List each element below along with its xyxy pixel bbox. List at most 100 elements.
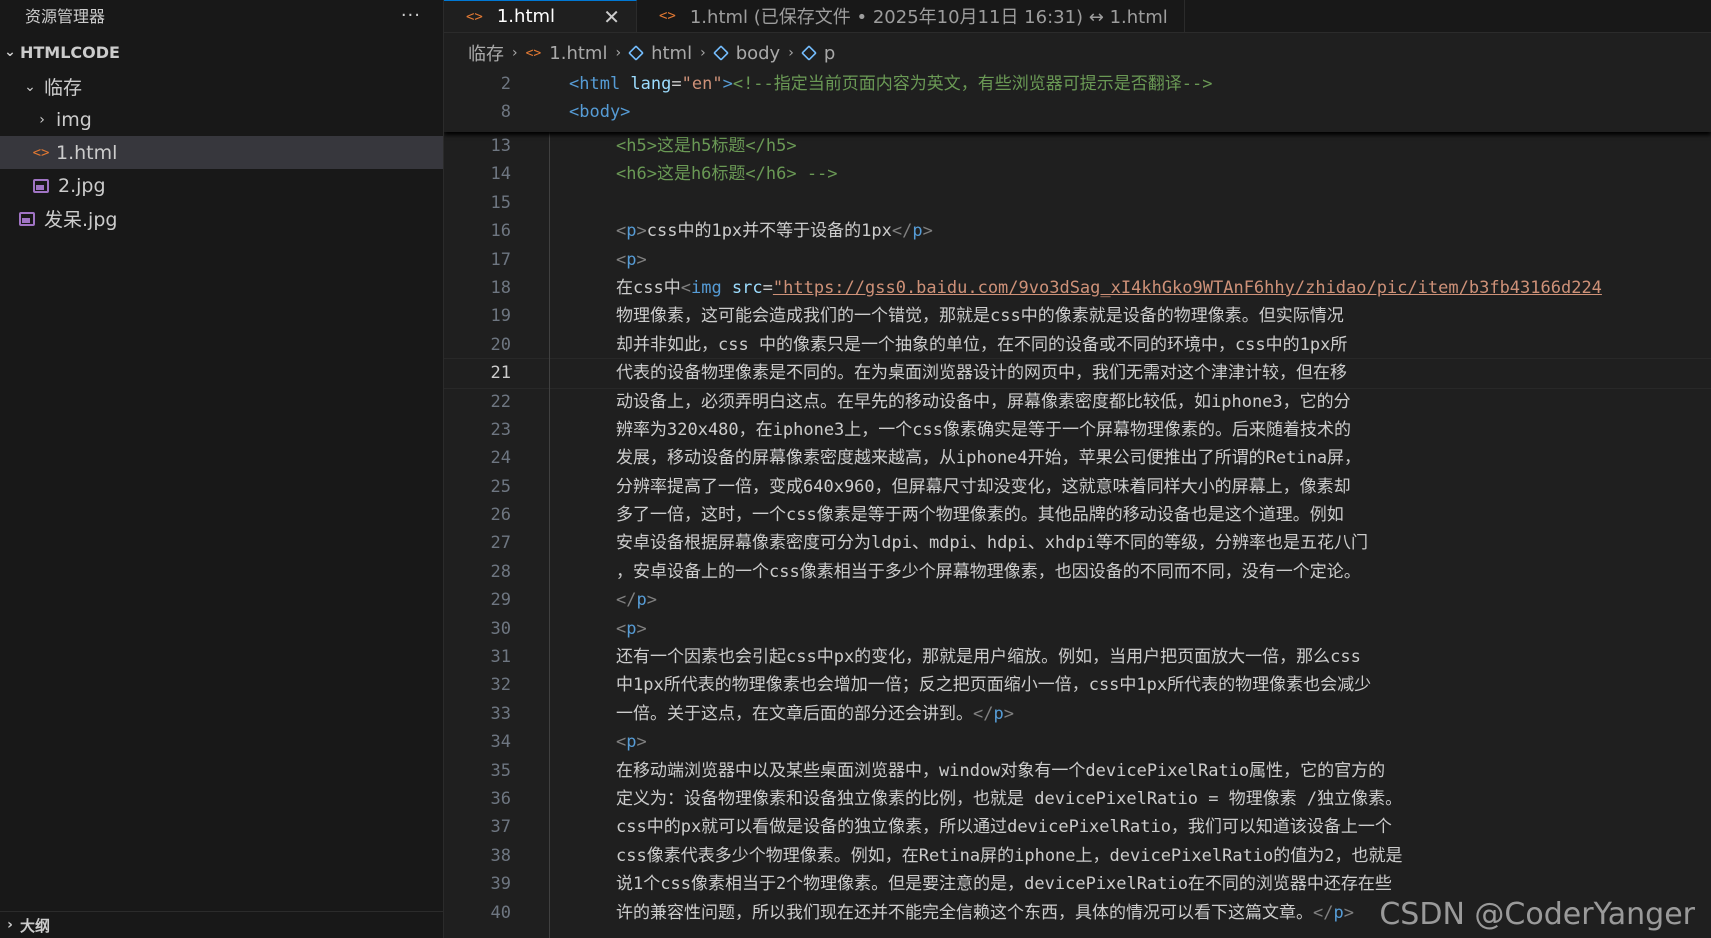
code-line[interactable]: 26 多了一倍，这时，一个css像素是等于两个物理像素的。其他品牌的移动设备也是这…: [444, 501, 1711, 529]
code-token: "en": [681, 74, 723, 94]
html-file-icon: <>: [32, 144, 50, 161]
code-line[interactable]: 34 <p>: [444, 728, 1711, 756]
code-lines[interactable]: 13 <h5>这是h5标题</h5> 14 <h6>这是h6标题</h6> --> 15…: [444, 132, 1711, 927]
code-line[interactable]: 14 <h6>这是h6标题</h6> -->: [444, 160, 1711, 188]
code-line[interactable]: 30 <p>: [444, 615, 1711, 643]
code-line[interactable]: 21 代表的设备物理像素是不同的。在为桌面浏览器设计的网页中，我们无需对这个津津计…: [444, 358, 1711, 389]
line-number: 32: [490, 675, 511, 696]
tree-item-file-fadai[interactable]: 发呆.jpg: [0, 202, 443, 235]
workspace-section-htmlcode[interactable]: ⌄ HTMLCODE: [0, 34, 443, 70]
code-line[interactable]: 22 动设备上，必须弄明白这点。在早先的移动设备中，屏幕像素密度都比较低，如iph…: [444, 388, 1711, 416]
code-line[interactable]: 35 在移动端浏览器中以及某些桌面浏览器中，window对象有一个devicePi…: [444, 757, 1711, 785]
code-line[interactable]: 33 一倍。关于这点，在文章后面的部分还会讲到。</p>: [444, 700, 1711, 728]
code-token: p: [636, 590, 647, 611]
code-line[interactable]: 20 却并非如此，css 中的像素只是一个抽象的单位，在不同的设备或不同的环境中，…: [444, 331, 1711, 359]
code-token: img: [690, 277, 732, 298]
code-line[interactable]: 2 <html lang="en"><!--指定当前页面内容为英文，有些浏览器可提…: [444, 70, 1711, 98]
explorer-title: 资源管理器: [25, 7, 106, 26]
code-line[interactable]: 19 物理像素，这可能会造成我们的一个错觉，那就是css中的像素就是设备的物理像素…: [444, 302, 1711, 330]
explorer-header: 资源管理器 ···: [0, 0, 443, 30]
code-line[interactable]: 37 css中的px就可以看做是设备的独立像素，所以通过devicePixelRa…: [444, 813, 1711, 841]
close-icon[interactable]: ✕: [603, 5, 620, 29]
tab-diff[interactable]: <> 1.html (已保存文件 • 2025年10月11日 16:31) ↔ …: [637, 0, 1185, 32]
line-code: 却并非如此，css 中的像素只是一个抽象的单位，在不同的设备或不同的环境中，cs…: [569, 331, 1347, 359]
code-token: lang: [630, 74, 672, 94]
code-token: src: [731, 277, 763, 298]
line-code: 代表的设备物理像素是不同的。在为桌面浏览器设计的网页中，我们无需对这个津津计较，…: [569, 359, 1347, 387]
line-code: 在移动端浏览器中以及某些桌面浏览器中，window对象有一个devicePixe…: [569, 757, 1385, 785]
code-token: </: [1313, 902, 1334, 923]
outline-section[interactable]: › 大纲: [0, 911, 443, 938]
code-token: <: [616, 732, 627, 753]
code-token: css中的1px并不等于设备的1px: [646, 221, 892, 242]
line-code: 多了一倍，这时，一个css像素是等于两个物理像素的。其他品牌的移动设备也是这个道…: [569, 501, 1344, 529]
code-token: 安卓设备根据屏幕像素密度可分为ldpi、mdpi、hdpi、xhdpi等不同的等…: [616, 533, 1368, 554]
code-line[interactable]: 16 <p>css中的1px并不等于设备的1px</p>: [444, 217, 1711, 245]
line-number: 33: [490, 703, 511, 724]
breadcrumb-html[interactable]: html: [651, 43, 692, 64]
element-icon: [712, 45, 729, 61]
code-token: 多了一倍，这时，一个css像素是等于两个物理像素的。其他品牌的移动设备也是这个道…: [616, 505, 1344, 526]
tree-item-folder-linshi[interactable]: ⌄ 临存: [0, 70, 443, 103]
code-token: >: [636, 732, 647, 753]
breadcrumb-body[interactable]: body: [736, 43, 781, 64]
line-code: </p>: [569, 586, 657, 614]
html-file-icon: <>: [525, 45, 542, 61]
chevron-right-icon: ›: [39, 111, 45, 128]
code-token: p: [1333, 902, 1344, 923]
code-token: 许的兼容性问题，所以我们现在还并不能完全信赖这个东西，具体的情况可以看下这篇文章…: [616, 902, 1313, 923]
code-line[interactable]: 32 中1px所代表的物理像素也会增加一倍；反之把页面缩小一倍，css中1px所代…: [444, 671, 1711, 699]
line-number: 2: [500, 74, 511, 94]
line-number: 38: [490, 845, 511, 866]
tree-item-label: img: [56, 108, 92, 131]
line-code: 物理像素，这可能会造成我们的一个错觉，那就是css中的像素就是设备的物理像素。但…: [569, 302, 1344, 330]
code-line[interactable]: 36 定义为：设备物理像素和设备独立像素的比例，也就是 devicePixelRa…: [444, 785, 1711, 813]
code-token: p: [626, 618, 637, 639]
code-token: css像素代表多少个物理像素。例如，在Retina屏的iphone上，devic…: [616, 845, 1403, 866]
more-actions-icon[interactable]: ···: [401, 5, 421, 26]
image-file-icon: [19, 211, 35, 226]
tree-item-file-2jpg[interactable]: 2.jpg: [0, 169, 443, 202]
code-line[interactable]: 27 安卓设备根据屏幕像素密度可分为ldpi、mdpi、hdpi、xhdpi等不同…: [444, 529, 1711, 557]
code-line[interactable]: 25 分辨率提高了一倍，变成640x960，但屏幕尺寸却没变化，这就意味着同样大小…: [444, 473, 1711, 501]
code-line[interactable]: 23 辨率为320x480，在iphone3上，一个css像素确实是等于一个屏幕物…: [444, 416, 1711, 444]
breadcrumb-p[interactable]: p: [824, 43, 835, 64]
code-token: 物理像素，这可能会造成我们的一个错觉，那就是css中的像素就是设备的物理像素。但…: [616, 306, 1344, 327]
indent-guide: [549, 132, 550, 938]
code-line[interactable]: 18 在css中<img src="https://gss0.baidu.com/…: [444, 274, 1711, 302]
chevron-right-icon: ›: [512, 45, 518, 61]
code-token: 分辨率提高了一倍，变成640x960，但屏幕尺寸却没变化，这就意味着同样大小的屏…: [616, 476, 1351, 497]
breadcrumb-folder[interactable]: 临存: [468, 40, 504, 66]
code-token: p: [626, 221, 637, 242]
code-token: >: [636, 618, 647, 639]
code-line[interactable]: 13 <h5>这是h5标题</h5>: [444, 132, 1711, 160]
line-code: <p>: [569, 615, 647, 643]
code-line[interactable]: 17 <p>: [444, 246, 1711, 274]
code-token: <!--指定当前页面内容为英文，有些浏览器可提示是否翻译-->: [732, 74, 1213, 94]
breadcrumb-file[interactable]: 1.html: [549, 43, 607, 64]
tree-item-folder-img[interactable]: › img: [0, 103, 443, 136]
chevron-right-icon: ›: [700, 45, 706, 61]
code-line[interactable]: 15: [444, 189, 1711, 217]
line-number: 27: [490, 533, 511, 554]
code-line[interactable]: 8 <body>: [444, 98, 1711, 126]
code-editor[interactable]: 2 <html lang="en"><!--指定当前页面内容为英文，有些浏览器可提…: [444, 70, 1711, 938]
line-code: css中的px就可以看做是设备的独立像素，所以通过devicePixelRati…: [569, 813, 1392, 841]
sticky-scroll[interactable]: 2 <html lang="en"><!--指定当前页面内容为英文，有些浏览器可提…: [444, 70, 1711, 132]
breadcrumb: 临存 › <> 1.html › html › body › p: [444, 40, 835, 66]
code-line[interactable]: 24 发展，移动设备的屏幕像素密度越来越高，从iphone4开始，苹果公司便推出了…: [444, 444, 1711, 472]
code-line[interactable]: 31 还有一个因素也会引起css中px的变化，那就是用户缩放。例如，当用户把页面放…: [444, 643, 1711, 671]
line-number: 24: [490, 448, 511, 469]
line-code: <html lang="en"><!--指定当前页面内容为英文，有些浏览器可提示…: [569, 70, 1212, 98]
code-line[interactable]: 38 css像素代表多少个物理像素。例如，在Retina屏的iphone上，dev…: [444, 842, 1711, 870]
code-line[interactable]: 28 ，安卓设备上的一个css像素相当于多少个屏幕物理像素，也因设备的不同而不同，…: [444, 558, 1711, 586]
line-number: 16: [490, 221, 511, 242]
chevron-down-icon: ⌄: [4, 44, 16, 60]
code-line[interactable]: 29 </p>: [444, 586, 1711, 614]
explorer-sidebar: 资源管理器 ··· ⌄ HTMLCODE ⌄ 临存 › img <> 1.htm…: [0, 0, 444, 938]
code-line[interactable]: 39 说1个css像素相当于2个物理像素。但是要注意的是，devicePixelR…: [444, 870, 1711, 898]
line-number: 18: [490, 277, 511, 298]
element-icon: [628, 45, 644, 61]
tree-item-file-1html[interactable]: <> 1.html: [0, 136, 443, 169]
tab-1html[interactable]: <> 1.html ✕: [444, 0, 637, 32]
